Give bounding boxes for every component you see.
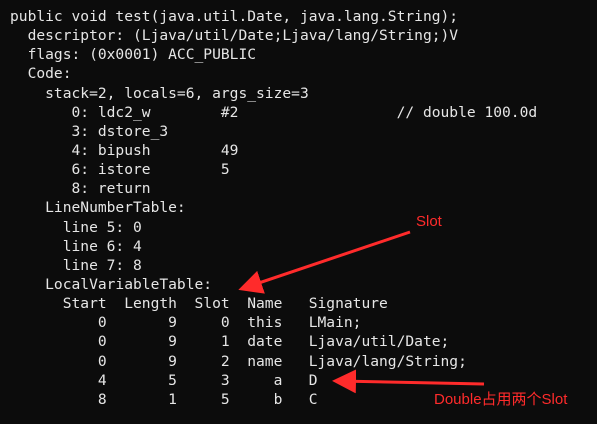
code-line: 0: ldc2_w #2 // double 100.0d <box>10 104 538 121</box>
table-row: 0 9 1 date Ljava/util/Date; <box>10 333 450 350</box>
code-line: stack=2, locals=6, args_size=3 <box>10 85 309 102</box>
double-slot-annotation-label: Double占用两个Slot <box>434 391 568 408</box>
table-row: 0 9 2 name Ljava/lang/String; <box>10 353 467 370</box>
code-line: public void test(java.util.Date, java.la… <box>10 8 459 25</box>
code-line: Code: <box>10 65 72 82</box>
slot-annotation-label: Slot <box>416 213 442 230</box>
terminal-window: public void test(java.util.Date, java.la… <box>0 0 597 424</box>
code-line: 8: return <box>10 180 151 197</box>
code-line: LocalVariableTable: <box>10 276 213 293</box>
code-line: flags: (0x0001) ACC_PUBLIC <box>10 46 257 63</box>
code-line: descriptor: (Ljava/util/Date;Ljava/lang/… <box>10 27 459 44</box>
table-row: 0 9 0 this LMain; <box>10 314 362 331</box>
table-header: Start Length Slot Name Signature <box>10 295 388 312</box>
code-line: 4: bipush 49 <box>10 142 239 159</box>
code-line: 6: istore 5 <box>10 161 230 178</box>
code-line: line 5: 0 <box>10 219 142 236</box>
code-line: line 6: 4 <box>10 238 142 255</box>
code-line: LineNumberTable: <box>10 199 186 216</box>
code-line: line 7: 8 <box>10 257 142 274</box>
table-row: 8 1 5 b C <box>10 391 318 408</box>
table-row: 4 5 3 a D <box>10 372 318 389</box>
code-line: 3: dstore_3 <box>10 123 169 140</box>
